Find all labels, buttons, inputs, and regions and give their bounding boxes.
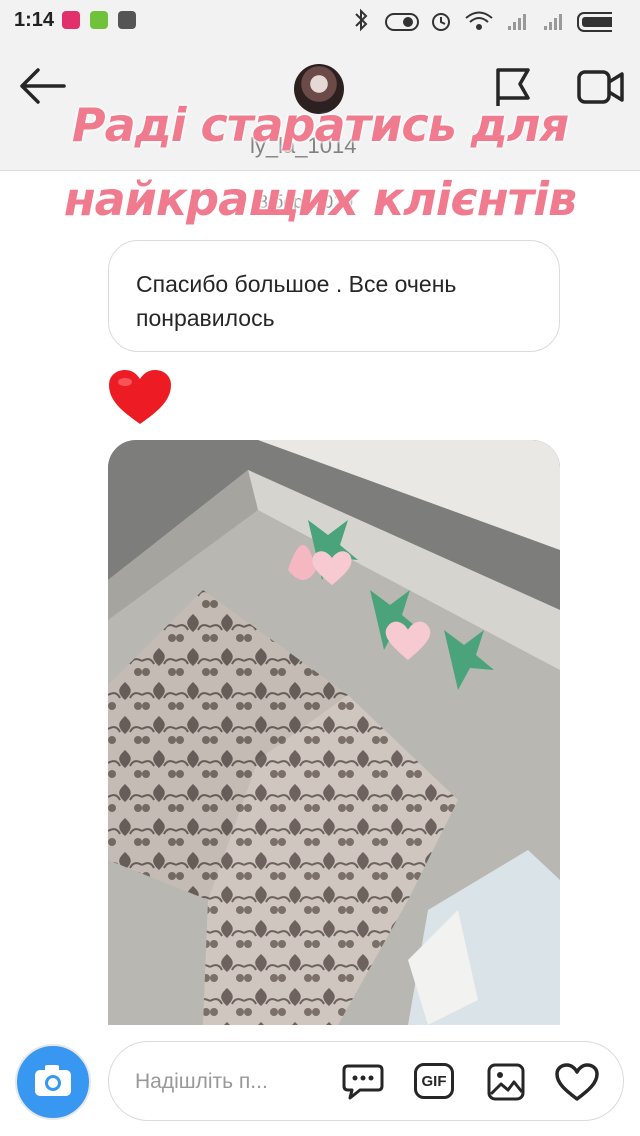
- battery-icon: [577, 12, 612, 32]
- message-bubble[interactable]: Спасибо большое . Все очень понравилось: [108, 240, 560, 352]
- sticker-chat-icon[interactable]: [342, 1062, 384, 1100]
- overlay-caption-line1: Раді старатись для: [71, 98, 569, 152]
- overlay-caption-line2: найкращих клієнтів: [63, 172, 577, 226]
- signal-icon: [508, 14, 562, 30]
- gallery-icon[interactable]: [486, 1062, 526, 1102]
- status-time: 1:14: [14, 9, 55, 31]
- toggle-icon: [385, 13, 419, 31]
- alarm-icon: [432, 13, 450, 31]
- box-photo: [108, 440, 560, 1025]
- wifi-icon: [465, 11, 493, 30]
- app-notification-icon: [90, 11, 108, 29]
- camera-icon: [35, 1065, 71, 1096]
- instagram-notification-icon: [62, 11, 80, 29]
- gif-label: GIF: [421, 1073, 447, 1090]
- bluetooth-icon: [355, 8, 368, 32]
- camera-button[interactable]: [15, 1044, 91, 1120]
- status-icons: [355, 8, 612, 32]
- photo-message[interactable]: [108, 440, 560, 1025]
- status-bar: 1:14: [0, 0, 640, 42]
- message-input-placeholder[interactable]: Надішліть п...: [135, 1070, 268, 1094]
- settings-notification-icon: [118, 11, 136, 29]
- like-heart-icon[interactable]: [554, 1062, 600, 1102]
- gif-button[interactable]: GIF: [414, 1063, 454, 1099]
- heart-reaction-icon[interactable]: [107, 368, 173, 426]
